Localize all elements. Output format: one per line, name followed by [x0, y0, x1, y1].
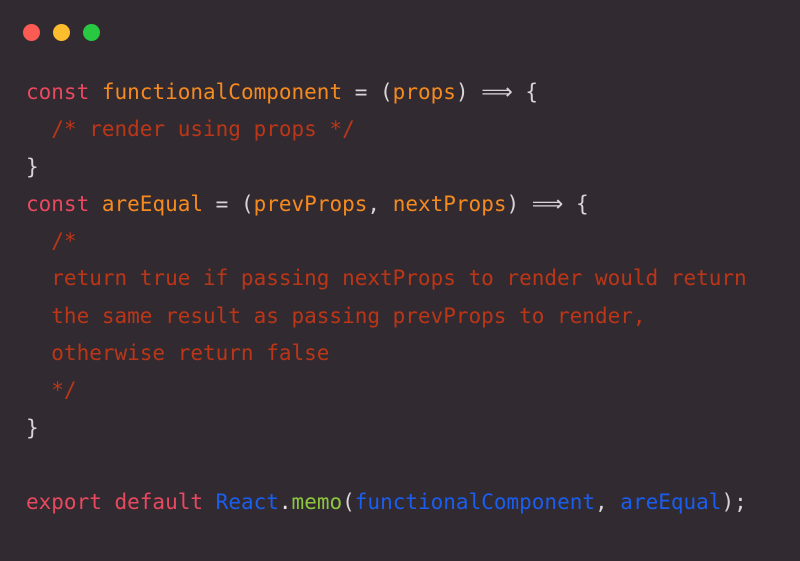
code-token-keyword: const [26, 191, 90, 216]
code-token-punct: ( [342, 490, 355, 515]
code-line: const functionalComponent = (props) ⟹ { [0, 74, 800, 111]
code-token-comment: */ [26, 378, 77, 403]
code-token-ident: areEqual [101, 191, 204, 216]
code-token-punct: , [367, 191, 393, 216]
code-token-punct: { [563, 191, 589, 216]
code-token-blue: React [215, 490, 279, 515]
code-line: } [0, 410, 800, 447]
code-token-blue: functionalComponent [354, 490, 595, 515]
code-token-comment: the same result as passing prevProps to … [26, 303, 646, 328]
code-token-punct [89, 80, 102, 104]
code-block[interactable]: const functionalComponent = (props) ⟹ { … [0, 62, 800, 522]
code-token-ident: props [392, 80, 456, 104]
code-token-punct: } [26, 154, 39, 179]
code-token-ident: functionalComponent [101, 80, 343, 104]
code-token-comment: otherwise return false [26, 341, 330, 366]
code-token-arrow: ⟹ [531, 191, 564, 217]
code-token-punct: } [26, 415, 39, 440]
minimize-window-button[interactable] [53, 24, 70, 41]
code-token-comment: /* [26, 229, 77, 254]
code-line: /* [0, 223, 800, 260]
code-token-comment: /* render using props */ [26, 117, 355, 142]
window-titlebar [0, 0, 800, 62]
code-token-punct: , [595, 490, 621, 515]
code-token-punct: { [512, 80, 539, 104]
code-token-keyword: const [26, 80, 90, 104]
code-token-green: memo [291, 490, 343, 515]
code-token-punct: ); [721, 490, 747, 515]
code-snippet-window: const functionalComponent = (props) ⟹ { … [0, 0, 800, 561]
code-token-punct: = ( [203, 191, 254, 216]
close-window-button[interactable] [23, 24, 40, 41]
code-line: /* render using props */ [0, 111, 800, 148]
code-line: export default React.memo(functionalComp… [0, 484, 800, 521]
code-line: */ [0, 372, 800, 409]
code-token-blue: areEqual [620, 490, 722, 515]
code-token-punct: ) [455, 80, 482, 104]
code-token-comment: return true if passing nextProps to rend… [26, 266, 747, 291]
code-token-punct: = ( [342, 80, 393, 104]
code-token-ident: nextProps [392, 191, 507, 216]
code-line: return true if passing nextProps to rend… [0, 260, 800, 297]
code-line: } [0, 149, 800, 186]
code-line: const areEqual = (prevProps, nextProps) … [0, 186, 800, 223]
maximize-window-button[interactable] [83, 24, 100, 41]
code-token-punct [203, 490, 216, 514]
code-line: the same result as passing prevProps to … [0, 298, 800, 335]
code-token-keyword: export default [26, 490, 204, 515]
code-token-punct: ) [506, 191, 532, 216]
code-token-ident: prevProps [253, 191, 368, 216]
code-token-punct [89, 192, 102, 216]
code-token-white: . [278, 490, 292, 515]
code-token-arrow: ⟹ [481, 80, 513, 105]
code-line: otherwise return false [0, 335, 800, 372]
